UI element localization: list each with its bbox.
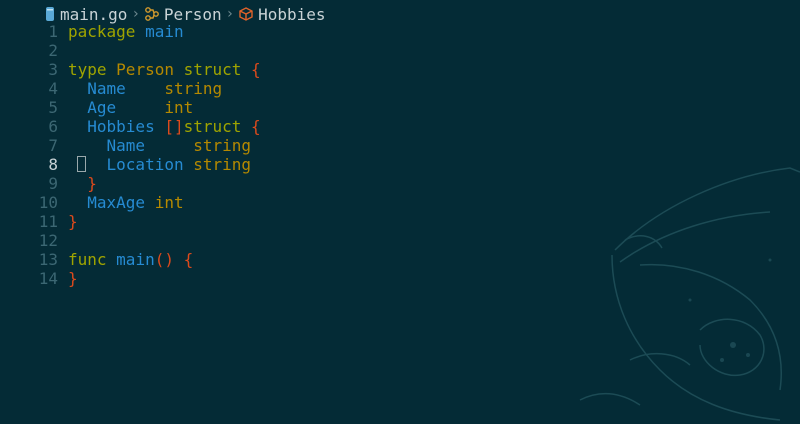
line-number: 12 [38, 231, 58, 250]
code-token: Name [87, 79, 126, 98]
code-token: Name [106, 136, 146, 155]
line-number: 5 [48, 98, 58, 117]
code-token: struct [183, 60, 242, 79]
line-number: 11 [38, 212, 58, 231]
code-text: } [68, 212, 78, 231]
line-number: 9 [48, 174, 58, 193]
code-text: func main() { [68, 250, 193, 269]
code-text: } [68, 269, 78, 288]
code-token: [] [164, 117, 184, 136]
code-token: string [193, 136, 252, 155]
code-text: type Person struct { [68, 60, 261, 79]
code-token: } [87, 174, 97, 193]
code-token: Age [87, 98, 117, 117]
code-token: struct [183, 117, 242, 136]
code-text: MaxAge int [68, 193, 184, 212]
line-number: 2 [48, 41, 58, 60]
code-token: package [68, 22, 136, 41]
line-number: 1 [48, 22, 58, 41]
line-number: 8 [48, 155, 58, 174]
chevron-right-icon: › [225, 6, 235, 22]
code-token: func [68, 250, 107, 269]
field-cube-icon [238, 6, 254, 22]
line-number: 13 [38, 250, 58, 269]
code-token: string [193, 155, 252, 174]
chevron-right-icon: › [131, 6, 140, 22]
file-icon [44, 6, 56, 22]
code-token: Location [106, 155, 184, 174]
line-number: 10 [38, 193, 58, 212]
code-token: int [154, 193, 184, 212]
code-text: Age int [68, 98, 193, 117]
code-token: type [68, 60, 107, 79]
code-token: Hobbies [87, 117, 155, 136]
code-token: string [164, 79, 223, 98]
code-token: { [251, 60, 261, 79]
struct-icon [144, 6, 160, 22]
code-token: Person [116, 60, 174, 79]
line-number: 14 [38, 269, 58, 288]
code-token: { [251, 117, 261, 136]
breadcrumb-file[interactable]: main.go [60, 5, 127, 24]
code-token: MaxAge [87, 193, 146, 212]
code-text: Name string [68, 136, 252, 155]
text-cursor [77, 156, 86, 172]
code-token: () [154, 250, 174, 269]
code-token: { [183, 250, 194, 269]
breadcrumb-symbol-person[interactable]: Person [164, 5, 222, 24]
code-text: Location string [68, 155, 252, 174]
code-token: } [68, 212, 78, 231]
code-text: Name string [68, 79, 222, 98]
line-number: 6 [48, 117, 58, 136]
code-token: main [145, 22, 184, 41]
code-text: package main [68, 22, 184, 41]
code-text: Hobbies []struct { [68, 117, 261, 136]
code-token: main [116, 250, 155, 269]
line-number: 3 [48, 60, 58, 79]
breadcrumb-symbol-hobbies[interactable]: Hobbies [258, 5, 325, 24]
line-number: 7 [48, 136, 58, 155]
line-number: 4 [48, 79, 58, 98]
code-text: } [68, 174, 97, 193]
code-token: int [164, 98, 194, 117]
code-token: } [68, 269, 78, 288]
